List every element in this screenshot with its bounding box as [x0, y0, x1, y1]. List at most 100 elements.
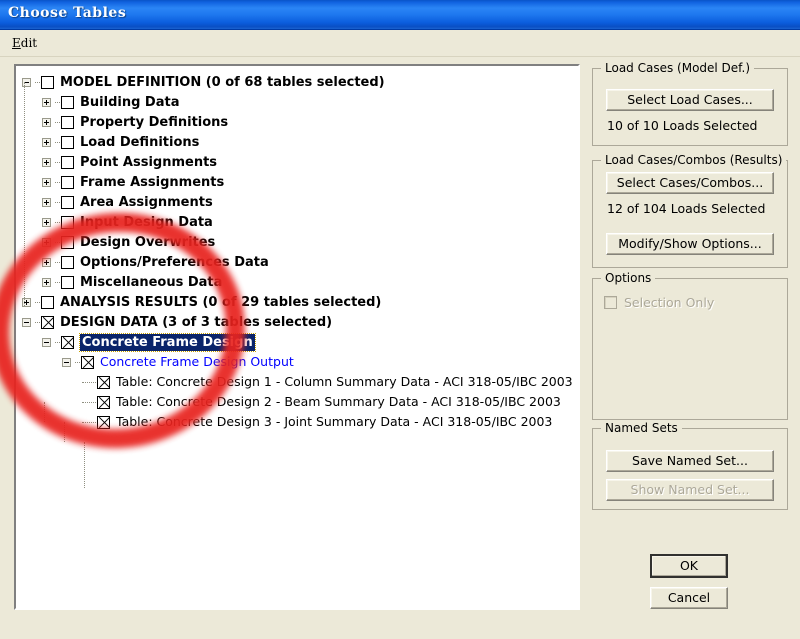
tree-guide-line [84, 442, 85, 488]
tree-connector-icon [75, 361, 80, 364]
tree-connector-icon [55, 121, 60, 124]
tree-connector-icon [55, 261, 60, 264]
selection-only-label: Selection Only [624, 295, 715, 310]
tree-node-label: Table: Concrete Design 2 - Beam Summary … [116, 394, 561, 409]
expand-plus-icon[interactable] [42, 118, 51, 128]
tree-node[interactable]: Frame Assignments [20, 172, 578, 192]
checkbox-unchecked-icon[interactable] [61, 236, 74, 250]
tree-connector-icon [82, 401, 96, 404]
tree-node[interactable]: Table: Concrete Design 2 - Beam Summary … [20, 392, 578, 412]
save-named-set-button[interactable]: Save Named Set... [606, 450, 774, 472]
tree-guide-line [64, 422, 65, 442]
checkbox-unchecked-icon[interactable] [61, 96, 74, 110]
checkbox-unchecked-icon[interactable] [61, 276, 74, 290]
tree-connector-icon [55, 101, 60, 104]
window-title: Choose Tables [8, 5, 127, 21]
load-cases-results-status: 12 of 104 Loads Selected [607, 201, 766, 216]
group-title-named-sets: Named Sets [601, 421, 682, 435]
checkbox-checked-icon[interactable] [97, 396, 110, 410]
selection-only-checkbox[interactable] [604, 296, 617, 309]
expand-plus-icon[interactable] [42, 198, 51, 208]
show-named-set-button[interactable]: Show Named Set... [606, 479, 774, 501]
tables-tree-panel[interactable]: MODEL DEFINITION (0 of 68 tables selecte… [14, 64, 580, 610]
tree-guide-line [24, 82, 25, 306]
tree-node-label: Frame Assignments [80, 175, 225, 190]
tree-node-label: Property Definitions [80, 115, 229, 130]
tree-node[interactable]: Table: Concrete Design 1 - Column Summar… [20, 372, 578, 392]
tree-connector-icon [35, 321, 40, 324]
checkbox-unchecked-icon[interactable] [61, 176, 74, 190]
tree-node-label: Miscellaneous Data [80, 275, 223, 290]
collapse-minus-icon[interactable] [62, 358, 71, 368]
tree-node-label: Options/Preferences Data [80, 255, 269, 270]
tree-node-label: Point Assignments [80, 155, 218, 170]
ok-button[interactable]: OK [650, 554, 728, 578]
tree-node-label: Concrete Frame Design [79, 333, 256, 352]
checkbox-unchecked-icon[interactable] [41, 296, 54, 310]
tree-connector-icon [55, 281, 60, 284]
tree-node[interactable]: Design Overwrites [20, 232, 578, 252]
checkbox-unchecked-icon[interactable] [41, 76, 54, 90]
group-title-load-cases-results: Load Cases/Combos (Results) [601, 153, 787, 167]
group-title-load-cases-model-def: Load Cases (Model Def.) [601, 61, 755, 75]
select-load-cases-button[interactable]: Select Load Cases... [606, 89, 774, 111]
tree-node[interactable]: DESIGN DATA (3 of 3 tables selected) [20, 312, 578, 332]
expand-plus-icon[interactable] [42, 138, 51, 148]
checkbox-checked-icon[interactable] [97, 416, 110, 430]
checkbox-checked-icon[interactable] [41, 316, 54, 330]
tree-node-label: ANALYSIS RESULTS (0 of 29 tables selecte… [60, 295, 382, 310]
tree-node[interactable]: Input Design Data [20, 212, 578, 232]
checkbox-unchecked-icon[interactable] [61, 136, 74, 150]
title-bar: Choose Tables [0, 0, 800, 30]
tree-node-label: Building Data [80, 95, 180, 110]
tree-connector-icon [55, 201, 60, 204]
checkbox-checked-icon[interactable] [81, 356, 94, 370]
tree-node-label: Load Definitions [80, 135, 200, 150]
tree-node[interactable]: Table: Concrete Design 3 - Joint Summary… [20, 412, 578, 432]
checkbox-unchecked-icon[interactable] [61, 116, 74, 130]
tree-connector-icon [55, 141, 60, 144]
tree-node-label: Area Assignments [80, 195, 213, 210]
tree-node[interactable]: Area Assignments [20, 192, 578, 212]
checkbox-unchecked-icon[interactable] [61, 216, 74, 230]
tree-node-label: Table: Concrete Design 1 - Column Summar… [116, 374, 573, 389]
tree-connector-icon [55, 341, 60, 344]
tree-node[interactable]: ANALYSIS RESULTS (0 of 29 tables selecte… [20, 292, 578, 312]
expand-plus-icon[interactable] [42, 178, 51, 188]
expand-plus-icon[interactable] [42, 258, 51, 268]
modify-show-options-button[interactable]: Modify/Show Options... [606, 233, 774, 255]
tree-node[interactable]: Load Definitions [20, 132, 578, 152]
tables-tree: MODEL DEFINITION (0 of 68 tables selecte… [16, 66, 578, 608]
expand-plus-icon[interactable] [42, 238, 51, 248]
tree-node-label: Table: Concrete Design 3 - Joint Summary… [116, 414, 553, 429]
tree-connector-icon [55, 181, 60, 184]
tree-node[interactable]: Concrete Frame Design [20, 332, 578, 352]
tree-connector-icon [82, 381, 96, 384]
tree-node[interactable]: Point Assignments [20, 152, 578, 172]
tree-node[interactable]: Concrete Frame Design Output [20, 352, 578, 372]
menu-item-edit[interactable]: Edit [8, 35, 41, 51]
collapse-minus-icon[interactable] [22, 318, 31, 328]
expand-plus-icon[interactable] [42, 278, 51, 288]
expand-plus-icon[interactable] [42, 218, 51, 228]
tree-connector-icon [35, 301, 40, 304]
checkbox-unchecked-icon[interactable] [61, 256, 74, 270]
tree-node[interactable]: Property Definitions [20, 112, 578, 132]
menu-bar: Edit [0, 30, 800, 57]
checkbox-checked-icon[interactable] [61, 336, 74, 350]
expand-plus-icon[interactable] [42, 98, 51, 108]
select-cases-combos-button[interactable]: Select Cases/Combos... [606, 172, 774, 194]
tree-node[interactable]: Options/Preferences Data [20, 252, 578, 272]
expand-plus-icon[interactable] [42, 158, 51, 168]
collapse-minus-icon[interactable] [42, 338, 51, 348]
tree-node[interactable]: Building Data [20, 92, 578, 112]
tree-connector-icon [55, 221, 60, 224]
checkbox-unchecked-icon[interactable] [61, 196, 74, 210]
checkbox-checked-icon[interactable] [97, 376, 110, 390]
checkbox-unchecked-icon[interactable] [61, 156, 74, 170]
tree-node[interactable]: MODEL DEFINITION (0 of 68 tables selecte… [20, 72, 578, 92]
cancel-button[interactable]: Cancel [650, 587, 728, 609]
tree-node-label: DESIGN DATA (3 of 3 tables selected) [60, 315, 333, 330]
tree-node[interactable]: Miscellaneous Data [20, 272, 578, 292]
tree-connector-icon [55, 241, 60, 244]
